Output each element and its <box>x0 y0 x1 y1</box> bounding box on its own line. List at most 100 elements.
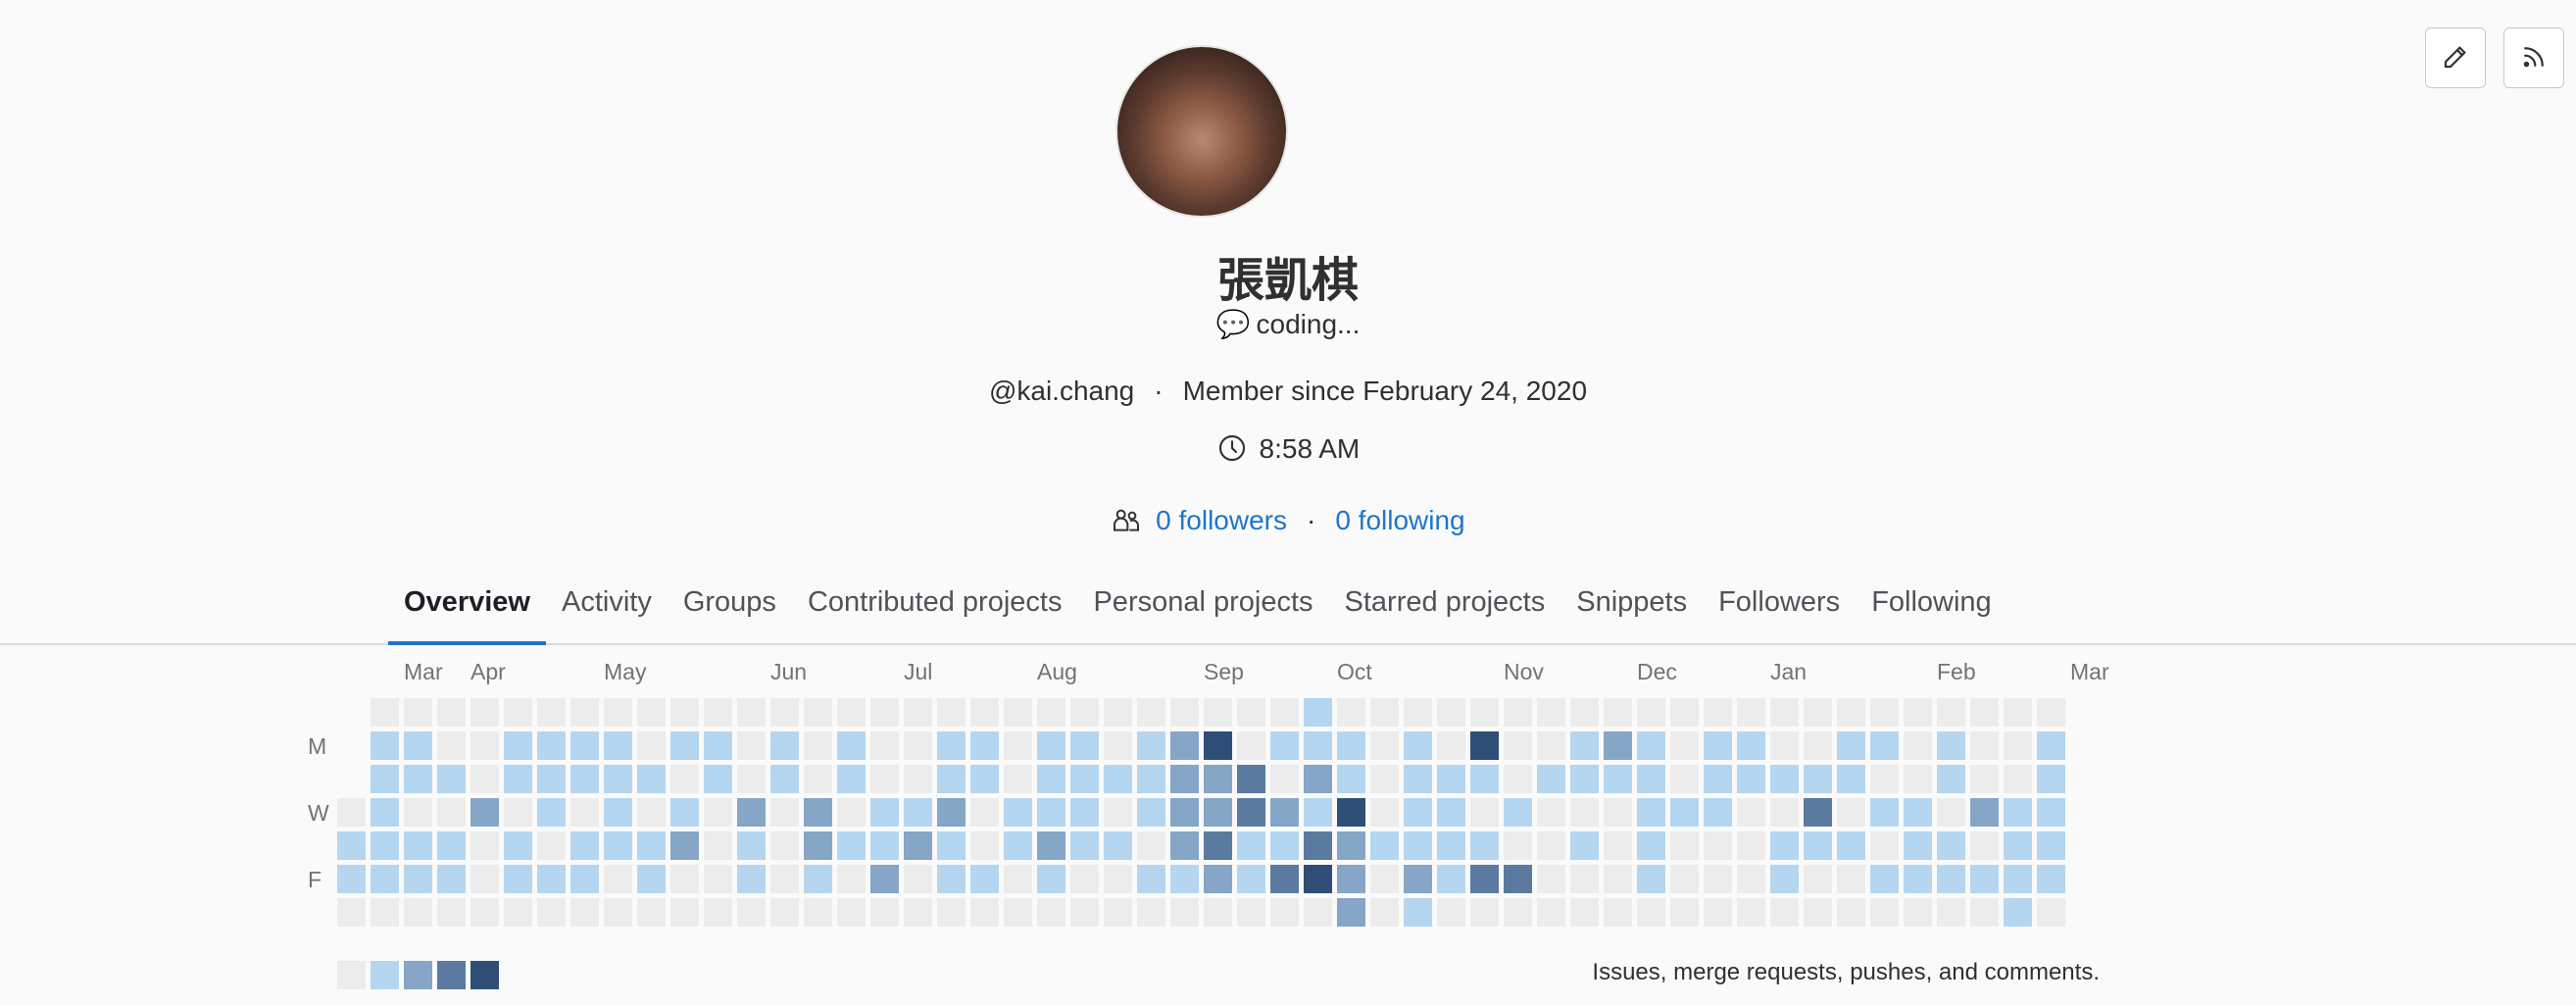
contribution-day-cell[interactable] <box>2037 765 2065 793</box>
contribution-day-cell[interactable] <box>1837 698 1865 727</box>
following-link[interactable]: 0 following <box>1335 505 1464 535</box>
tab-activity[interactable]: Activity <box>546 575 668 643</box>
contribution-day-cell[interactable] <box>637 831 666 860</box>
contribution-day-cell[interactable] <box>1237 698 1265 727</box>
contribution-day-cell[interactable] <box>970 731 999 760</box>
contribution-day-cell[interactable] <box>737 865 766 893</box>
contribution-day-cell[interactable] <box>804 831 832 860</box>
contribution-day-cell[interactable] <box>1237 898 1265 927</box>
contribution-day-cell[interactable] <box>737 698 766 727</box>
contribution-day-cell[interactable] <box>537 765 566 793</box>
contribution-day-cell[interactable] <box>2037 898 2065 927</box>
contribution-day-cell[interactable] <box>1204 765 1232 793</box>
tab-followers[interactable]: Followers <box>1703 575 1856 643</box>
contribution-day-cell[interactable] <box>1004 698 1032 727</box>
contribution-day-cell[interactable] <box>1737 898 1765 927</box>
contribution-day-cell[interactable] <box>637 765 666 793</box>
contribution-day-cell[interactable] <box>1137 765 1165 793</box>
contribution-day-cell[interactable] <box>437 898 466 927</box>
contribution-day-cell[interactable] <box>1004 765 1032 793</box>
contribution-day-cell[interactable] <box>1204 731 1232 760</box>
avatar[interactable] <box>1115 45 1288 218</box>
contribution-day-cell[interactable] <box>1737 798 1765 827</box>
contribution-day-cell[interactable] <box>1637 798 1665 827</box>
contribution-day-cell[interactable] <box>1037 698 1065 727</box>
contribution-day-cell[interactable] <box>1204 898 1232 927</box>
contribution-day-cell[interactable] <box>604 865 632 893</box>
contribution-day-cell[interactable] <box>837 731 866 760</box>
contribution-day-cell[interactable] <box>670 765 699 793</box>
contribution-day-cell[interactable] <box>437 765 466 793</box>
contribution-day-cell[interactable] <box>1070 765 1099 793</box>
contribution-day-cell[interactable] <box>1170 865 1199 893</box>
contribution-day-cell[interactable] <box>1870 798 1899 827</box>
contribution-day-cell[interactable] <box>1304 898 1332 927</box>
contribution-day-cell[interactable] <box>937 798 966 827</box>
contribution-day-cell[interactable] <box>1770 798 1799 827</box>
contribution-day-cell[interactable] <box>1404 831 1432 860</box>
contribution-day-cell[interactable] <box>637 698 666 727</box>
contribution-day-cell[interactable] <box>870 865 899 893</box>
contribution-day-cell[interactable] <box>1804 731 1832 760</box>
contribution-day-cell[interactable] <box>1637 898 1665 927</box>
contribution-day-cell[interactable] <box>570 798 599 827</box>
contribution-day-cell[interactable] <box>1570 831 1599 860</box>
contribution-day-cell[interactable] <box>371 898 399 927</box>
contribution-day-cell[interactable] <box>1970 698 1999 727</box>
contribution-day-cell[interactable] <box>770 865 799 893</box>
contribution-day-cell[interactable] <box>1504 831 1532 860</box>
contribution-day-cell[interactable] <box>1104 798 1132 827</box>
tab-contributed-projects[interactable]: Contributed projects <box>792 575 1078 643</box>
contribution-day-cell[interactable] <box>1670 831 1699 860</box>
contribution-day-cell[interactable] <box>504 831 532 860</box>
contribution-day-cell[interactable] <box>1270 898 1299 927</box>
contribution-day-cell[interactable] <box>1370 865 1399 893</box>
contribution-day-cell[interactable] <box>1037 731 1065 760</box>
contribution-day-cell[interactable] <box>1504 698 1532 727</box>
contribution-day-cell[interactable] <box>504 798 532 827</box>
contribution-day-cell[interactable] <box>1704 698 1732 727</box>
contribution-day-cell[interactable] <box>1937 798 1965 827</box>
contribution-day-cell[interactable] <box>904 865 932 893</box>
contribution-day-cell[interactable] <box>1404 731 1432 760</box>
contribution-day-cell[interactable] <box>870 698 899 727</box>
contribution-day-cell[interactable] <box>1737 831 1765 860</box>
contribution-day-cell[interactable] <box>1437 798 1465 827</box>
contribution-day-cell[interactable] <box>1337 898 1365 927</box>
contribution-day-cell[interactable] <box>1770 731 1799 760</box>
contribution-day-cell[interactable] <box>404 865 432 893</box>
contribution-day-cell[interactable] <box>970 898 999 927</box>
contribution-day-cell[interactable] <box>1470 731 1499 760</box>
contribution-day-cell[interactable] <box>1204 831 1232 860</box>
contribution-day-cell[interactable] <box>1937 698 1965 727</box>
contribution-day-cell[interactable] <box>1337 798 1365 827</box>
contribution-day-cell[interactable] <box>1970 831 1999 860</box>
contribution-day-cell[interactable] <box>1037 865 1065 893</box>
contribution-day-cell[interactable] <box>1137 798 1165 827</box>
contribution-day-cell[interactable] <box>870 765 899 793</box>
contribution-day-cell[interactable] <box>1904 698 1932 727</box>
contribution-day-cell[interactable] <box>604 831 632 860</box>
contribution-day-cell[interactable] <box>1837 798 1865 827</box>
contribution-day-cell[interactable] <box>1470 865 1499 893</box>
contribution-day-cell[interactable] <box>1004 865 1032 893</box>
contribution-day-cell[interactable] <box>1704 731 1732 760</box>
contribution-day-cell[interactable] <box>937 898 966 927</box>
contribution-day-cell[interactable] <box>1370 798 1399 827</box>
contribution-day-cell[interactable] <box>970 698 999 727</box>
contribution-day-cell[interactable] <box>371 865 399 893</box>
contribution-day-cell[interactable] <box>670 898 699 927</box>
contribution-day-cell[interactable] <box>1804 831 1832 860</box>
contribution-day-cell[interactable] <box>2004 798 2032 827</box>
contribution-day-cell[interactable] <box>704 831 732 860</box>
contribution-day-cell[interactable] <box>1370 898 1399 927</box>
contribution-day-cell[interactable] <box>471 798 499 827</box>
contribution-day-cell[interactable] <box>471 831 499 860</box>
contribution-day-cell[interactable] <box>1237 798 1265 827</box>
contribution-day-cell[interactable] <box>1270 798 1299 827</box>
contribution-day-cell[interactable] <box>1070 698 1099 727</box>
contribution-day-cell[interactable] <box>1837 865 1865 893</box>
contribution-day-cell[interactable] <box>1704 898 1732 927</box>
contribution-day-cell[interactable] <box>870 831 899 860</box>
rss-feed-button[interactable] <box>2503 27 2564 88</box>
